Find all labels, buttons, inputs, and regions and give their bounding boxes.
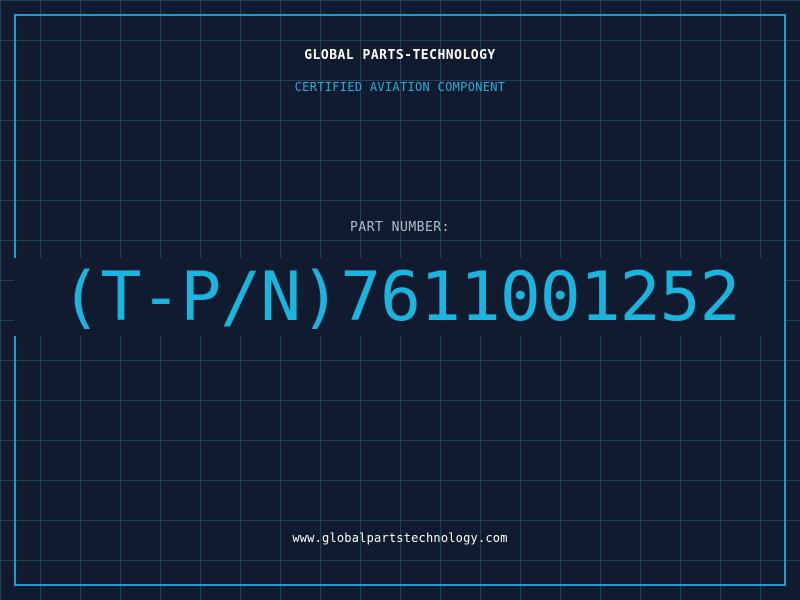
certification-subtitle: CERTIFIED AVIATION COMPONENT xyxy=(294,80,506,94)
part-number-label: PART NUMBER: xyxy=(350,220,450,235)
website-url: www.globalpartstechnology.com xyxy=(292,531,508,545)
label-card: GLOBAL PARTS-TECHNOLOGY CERTIFIED AVIATI… xyxy=(0,0,800,600)
part-number-value: (T-P/N)7611001252 xyxy=(60,258,741,337)
company-name: GLOBAL PARTS-TECHNOLOGY xyxy=(304,48,496,63)
